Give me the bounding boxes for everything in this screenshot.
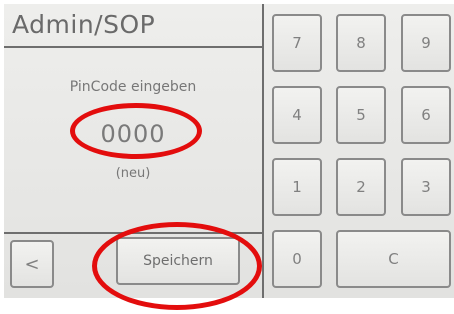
key-label: 6: [421, 106, 431, 124]
key-label: 5: [356, 106, 366, 124]
pin-value-display: 0000: [100, 120, 166, 148]
numeric-keypad: 7 8 9 4 5 6 1 2 3 0 C: [264, 4, 454, 298]
page-title: Admin/SOP: [12, 10, 156, 39]
title-divider: [4, 46, 262, 48]
pin-label: PinCode eingeben: [69, 79, 197, 95]
key-label: 8: [356, 34, 366, 52]
device-screen: Admin/SOP PinCode eingeben 0000 (neu) < …: [4, 4, 454, 298]
key-0[interactable]: 0: [272, 230, 322, 288]
key-6[interactable]: 6: [401, 86, 451, 144]
key-label: 0: [292, 250, 302, 268]
pin-note: (neu): [115, 166, 151, 181]
key-2[interactable]: 2: [336, 158, 386, 216]
key-5[interactable]: 5: [336, 86, 386, 144]
key-label: 1: [292, 178, 302, 196]
key-label: 3: [421, 178, 431, 196]
key-clear[interactable]: C: [336, 230, 451, 288]
key-label: 9: [421, 34, 431, 52]
key-9[interactable]: 9: [401, 14, 451, 72]
key-8[interactable]: 8: [336, 14, 386, 72]
save-label: Speichern: [143, 253, 213, 269]
bottom-divider: [4, 232, 262, 234]
back-button[interactable]: <: [10, 240, 54, 288]
key-3[interactable]: 3: [401, 158, 451, 216]
key-label: 7: [292, 34, 302, 52]
key-label: 2: [356, 178, 366, 196]
left-panel: Admin/SOP PinCode eingeben 0000 (neu) < …: [4, 4, 264, 298]
key-7[interactable]: 7: [272, 14, 322, 72]
key-label: C: [388, 250, 399, 268]
key-1[interactable]: 1: [272, 158, 322, 216]
back-label: <: [24, 253, 40, 275]
save-button[interactable]: Speichern: [116, 237, 240, 285]
key-label: 4: [292, 106, 302, 124]
key-4[interactable]: 4: [272, 86, 322, 144]
